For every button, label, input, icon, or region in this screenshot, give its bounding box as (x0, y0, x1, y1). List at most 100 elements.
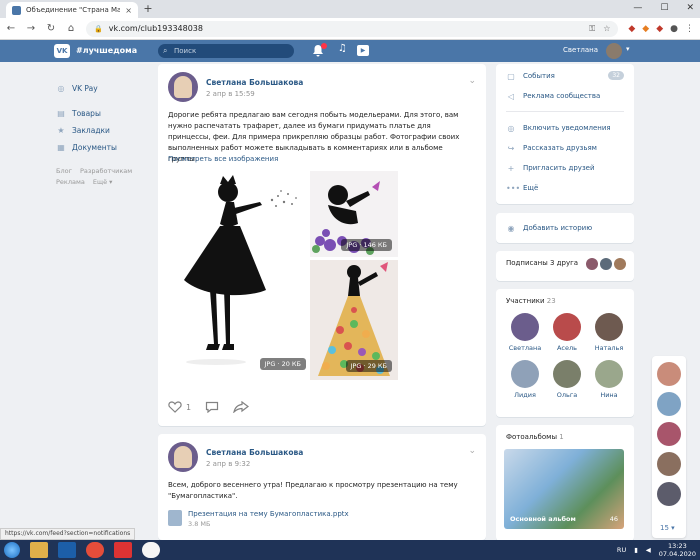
member-item[interactable]: Лидия (504, 360, 546, 399)
status-url: https://vk.com/feed?section=notification… (0, 528, 136, 540)
album-cover[interactable]: Основной альбом 46 (504, 449, 624, 529)
chrome-icon[interactable] (86, 542, 104, 558)
tab-title: Объединение "Страна Мастер (26, 6, 121, 14)
volume-icon[interactable]: ◀ (646, 546, 651, 554)
reload-button[interactable]: ↻ (46, 23, 56, 34)
menu-item-goods[interactable]: ▤ Товары (56, 105, 156, 122)
post-image-princess[interactable]: JPG · 20 КБ (168, 172, 312, 378)
post-menu-chevron-icon[interactable]: ⌄ (468, 446, 476, 456)
friends-following-box[interactable]: Подписаны 3 друга (496, 251, 634, 281)
albums-title[interactable]: Фотоальбомы (506, 433, 557, 441)
search-placeholder: Поиск (174, 47, 197, 55)
post-image-dress[interactable]: JPG · 29 КБ (310, 260, 398, 380)
members-count: 23 (546, 297, 556, 305)
comment-button[interactable] (205, 401, 219, 413)
footer-link-more[interactable]: Ещё ▾ (93, 178, 113, 186)
tab-close-icon[interactable]: × (125, 6, 132, 15)
share-button[interactable] (233, 401, 250, 413)
chat-avatar[interactable] (657, 482, 681, 506)
post-author-avatar[interactable] (168, 442, 198, 472)
chat-avatar[interactable] (657, 422, 681, 446)
footer-link-developers[interactable]: Разработчикам (80, 167, 132, 175)
chat-avatar[interactable] (657, 392, 681, 416)
play-icon[interactable]: ▶ (357, 45, 369, 56)
menu-item-documents[interactable]: ▦ Документы (56, 139, 156, 156)
clock[interactable]: 13:23 07.04.2020 (659, 542, 696, 558)
vk-favicon-icon (12, 5, 21, 15)
post-author-name[interactable]: Светлана Большакова (206, 78, 303, 87)
header-user-name[interactable]: Светлана (563, 46, 598, 54)
tell-friends-link[interactable]: ↪ Рассказать друзьям (496, 138, 634, 158)
avatar (595, 313, 623, 341)
minimize-button[interactable]: — (633, 3, 642, 13)
member-item[interactable]: Ольга (546, 360, 588, 399)
post-date[interactable]: 2 апр в 15:59 (206, 90, 255, 98)
key-icon[interactable]: ⚿ (589, 24, 595, 34)
hashtag-link[interactable]: #лучшедома (76, 46, 137, 55)
left-menu-footer: Блог Разработчикам Реклама Ещё ▾ (56, 166, 156, 188)
close-window-button[interactable]: ✕ (686, 3, 694, 13)
vk-logo[interactable]: VK (54, 44, 70, 58)
member-item[interactable]: Асель (546, 313, 588, 352)
search-input[interactable]: ⌕ Поиск (158, 44, 294, 58)
like-count: 1 (186, 402, 192, 412)
albums-count: 1 (559, 433, 564, 441)
album-name: Основной альбом (510, 515, 576, 523)
search-icon: ⌕ (163, 46, 168, 55)
extension-icon[interactable]: ◆ (656, 24, 663, 34)
document-name[interactable]: Презентация на тему Бумагопластика.pptx (188, 510, 349, 518)
invite-friends-link[interactable]: + Пригласить друзей (496, 158, 634, 178)
media-icon[interactable] (58, 542, 76, 558)
chat-avatar[interactable] (657, 362, 681, 386)
explorer-icon[interactable] (30, 542, 48, 558)
document-size: 3.8 МБ (188, 520, 211, 528)
maximize-button[interactable]: ☐ (660, 3, 668, 13)
chat-avatar[interactable] (657, 452, 681, 476)
back-button[interactable]: ← (6, 23, 16, 34)
language-indicator[interactable]: RU (617, 546, 626, 554)
extension-icon[interactable]: ◆ (628, 24, 635, 34)
network-icon[interactable]: ▮ (634, 546, 638, 554)
post-date[interactable]: 2 апр в 9:32 (206, 460, 250, 468)
footer-link-blog[interactable]: Блог (56, 167, 72, 175)
home-button[interactable]: ⌂ (66, 23, 76, 34)
start-button[interactable] (4, 542, 20, 558)
community-ads-link[interactable]: ◁ Реклама сообщества (496, 86, 634, 106)
events-link[interactable]: ▢ События 32 (496, 66, 634, 86)
footer-link-ads[interactable]: Реклама (56, 178, 85, 186)
enable-notifications-link[interactable]: ◎ Включить уведомления (496, 118, 634, 138)
profile-icon[interactable]: ● (670, 24, 678, 34)
member-item[interactable]: Нина (588, 360, 630, 399)
more-link[interactable]: ••• Ещё (496, 178, 634, 198)
forward-button[interactable]: → (26, 23, 36, 34)
yandex-icon[interactable] (114, 542, 132, 558)
post-author-avatar[interactable] (168, 72, 198, 102)
wall-post: Светлана Большакова 2 апр в 9:32 ⌄ Всем,… (158, 434, 486, 540)
chat-count[interactable]: 15 ▾ (660, 524, 675, 532)
yandex-browser-icon[interactable] (142, 542, 160, 558)
post-menu-chevron-icon[interactable]: ⌄ (468, 76, 476, 86)
image-size-badge: JPG · 29 КБ (345, 360, 392, 372)
menu-item-vkpay[interactable]: ◎ VK Pay (56, 80, 156, 97)
new-tab-button[interactable]: + (141, 3, 155, 16)
extension-icon[interactable]: ◆ (642, 24, 649, 34)
member-item[interactable]: Светлана (504, 313, 546, 352)
menu-item-bookmarks[interactable]: ★ Закладки (56, 122, 156, 139)
address-bar[interactable]: 🔒 vk.com/club193348038 ⚿ ☆ (86, 20, 619, 37)
community-ads-label: Реклама сообщества (523, 92, 601, 100)
member-item[interactable]: Наталья (588, 313, 630, 352)
add-story-box[interactable]: ◉ Добавить историю (496, 213, 634, 243)
bookmark-star-icon[interactable]: ☆ (603, 24, 610, 34)
like-button[interactable]: 1 (168, 401, 191, 413)
members-title[interactable]: Участники (506, 297, 545, 305)
chevron-down-icon[interactable]: ▾ (626, 45, 630, 53)
header-avatar[interactable] (606, 43, 622, 59)
show-all-images-link[interactable]: Посмотреть все изображения (168, 155, 278, 163)
post-attachment-document[interactable]: Презентация на тему Бумагопластика.pptx … (168, 510, 349, 528)
browser-tab[interactable]: Объединение "Страна Мастер × (6, 2, 138, 18)
music-icon[interactable]: ♫ (338, 43, 347, 54)
post-image-fairy[interactable]: JPG · 146 КБ (310, 171, 398, 257)
menu-kebab-icon[interactable]: ⋮ (685, 24, 694, 34)
notifications-bell-icon[interactable] (312, 43, 327, 57)
post-author-name[interactable]: Светлана Большакова (206, 448, 303, 457)
